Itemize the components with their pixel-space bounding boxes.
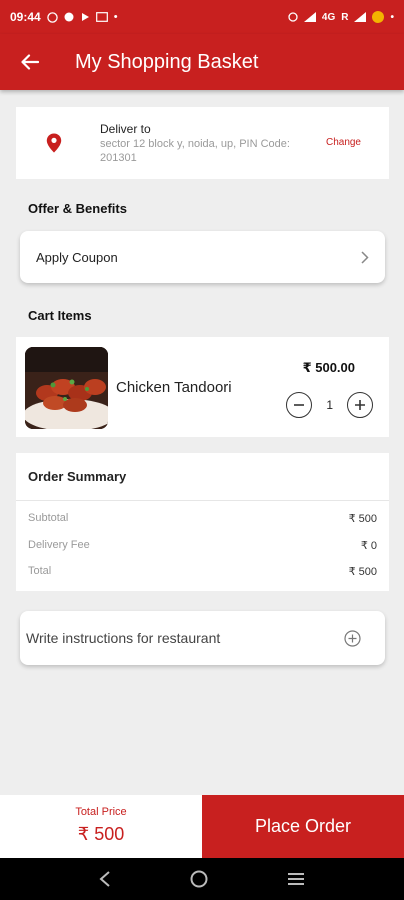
dot-icon: • [113,11,118,23]
summary-row-total: Total ₹ 500 [28,565,377,578]
total-price-panel: Total Price ₹ 500 [0,795,202,858]
cart-section-title: Cart Items [28,308,92,323]
signal-icon [303,12,316,22]
plus-icon [355,400,365,410]
order-summary-card: Order Summary Subtotal ₹ 500 Delivery Fe… [16,453,389,591]
nav-recents-icon[interactable] [287,872,305,886]
quantity-stepper: 1 [286,392,373,418]
system-nav-bar [0,858,404,900]
item-quantity: 1 [326,398,333,412]
dot-icon-2: • [390,11,394,23]
app-bar: My Shopping Basket [0,34,404,90]
battery-icon [372,11,385,23]
increase-quantity-button[interactable] [347,392,373,418]
back-arrow-icon [21,54,39,70]
back-button[interactable] [0,34,60,90]
offers-section-title: Offer & Benefits [28,201,127,216]
add-circle-icon [344,629,361,647]
place-order-button[interactable]: Place Order [202,795,404,858]
page-title: My Shopping Basket [75,50,259,73]
cart-item: Chicken Tandoori ₹ 500.00 1 [16,337,389,437]
carrier-label: R [341,11,349,23]
delivery-address-card: Deliver to sector 12 block y, noida, up,… [16,107,389,179]
total-value: ₹ 500 [348,566,377,578]
instructions-placeholder: Write instructions for restaurant [26,630,221,646]
food-image [25,347,108,429]
total-price-value: ₹ 500 [77,824,125,844]
status-bar: 09:44 • 4G R • [0,0,404,34]
delivery-fee-label: Delivery Fee [28,539,90,551]
item-price: ₹ 500.00 [302,360,355,375]
location-pin-icon [46,133,62,153]
restaurant-instructions-field[interactable]: Write instructions for restaurant [20,611,385,665]
nav-home-icon[interactable] [190,870,208,888]
nav-back-icon[interactable] [99,871,111,887]
apply-coupon-label: Apply Coupon [36,249,118,265]
checkout-bar: Total Price ₹ 500 Place Order [0,795,404,858]
subtotal-label: Subtotal [28,512,69,524]
alarm-clock-icon [288,12,298,22]
chevron-right-icon [361,250,369,264]
delivery-address: sector 12 block y, noida, up, PIN Code: … [100,138,290,164]
item-name: Chicken Tandoori [116,379,232,396]
deliver-to-label: Deliver to [100,122,151,136]
notification-icons: • [46,11,118,23]
screen-icon [95,12,108,22]
minus-icon [294,404,305,406]
summary-divider [16,500,389,501]
delivery-fee-value: ₹ 0 [360,540,377,552]
apply-coupon-button[interactable]: Apply Coupon [20,231,385,283]
order-summary-title: Order Summary [28,469,127,484]
subtotal-value: ₹ 500 [348,513,377,525]
decrease-quantity-button[interactable] [286,392,313,418]
status-time: 09:44 [10,10,41,24]
summary-row-delivery-fee: Delivery Fee ₹ 0 [28,539,377,552]
system-icons: 4G R • [288,11,394,23]
change-address-link[interactable]: Change [326,137,361,148]
network-type: 4G [321,11,336,23]
total-label: Total [28,565,52,577]
play-icon [81,13,89,21]
total-price-label: Total Price [75,806,127,818]
signal-icon-2 [354,12,367,22]
summary-row-subtotal: Subtotal ₹ 500 [28,512,377,525]
alarm-icon [64,12,74,22]
whatsapp-icon [46,11,58,23]
